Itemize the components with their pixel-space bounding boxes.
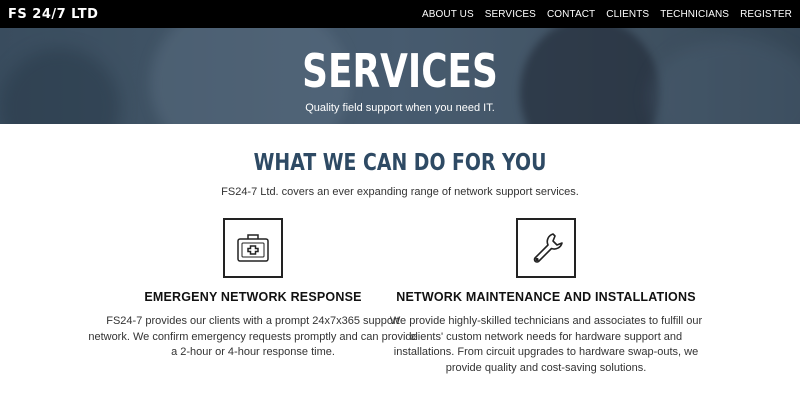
page-title: SERVICES [302,44,498,98]
service-title: NETWORK MAINTENANCE AND INSTALLATIONS [396,290,696,304]
service-description: We provide highly-skilled technicians an… [389,315,703,374]
nav-clients[interactable]: CLIENTS [606,9,649,20]
first-aid-kit-icon [223,218,283,278]
section-intro: FS24-7 Ltd. covers an ever expanding ran… [221,186,579,198]
service-maintenance-installations: NETWORK MAINTENANCE AND INSTALLATIONS We… [381,218,711,376]
wrench-icon [516,218,576,278]
section-title: WHAT WE CAN DO FOR YOU [253,150,547,176]
page-subtitle: Quality field support when you need IT. [305,102,495,114]
nav-register[interactable]: REGISTER [740,9,792,20]
service-emergency-response: EMERGENY NETWORK RESPONSE FS24-7 provide… [88,218,418,361]
main-nav: ABOUT US SERVICES CONTACT CLIENTS TECHNI… [411,9,792,20]
nav-contact[interactable]: CONTACT [547,9,595,20]
nav-about-us[interactable]: ABOUT US [422,9,474,20]
nav-services[interactable]: SERVICES [485,9,536,20]
service-description: FS24-7 provides our clients with a promp… [88,315,418,358]
service-title: EMERGENY NETWORK RESPONSE [144,290,362,304]
nav-technicians[interactable]: TECHNICIANS [660,9,729,20]
hero-banner: SERVICES Quality field support when you … [0,28,800,124]
top-navbar: FS 24/7 LTD ABOUT US SERVICES CONTACT CL… [0,0,800,28]
brand-logo[interactable]: FS 24/7 LTD [8,7,98,22]
